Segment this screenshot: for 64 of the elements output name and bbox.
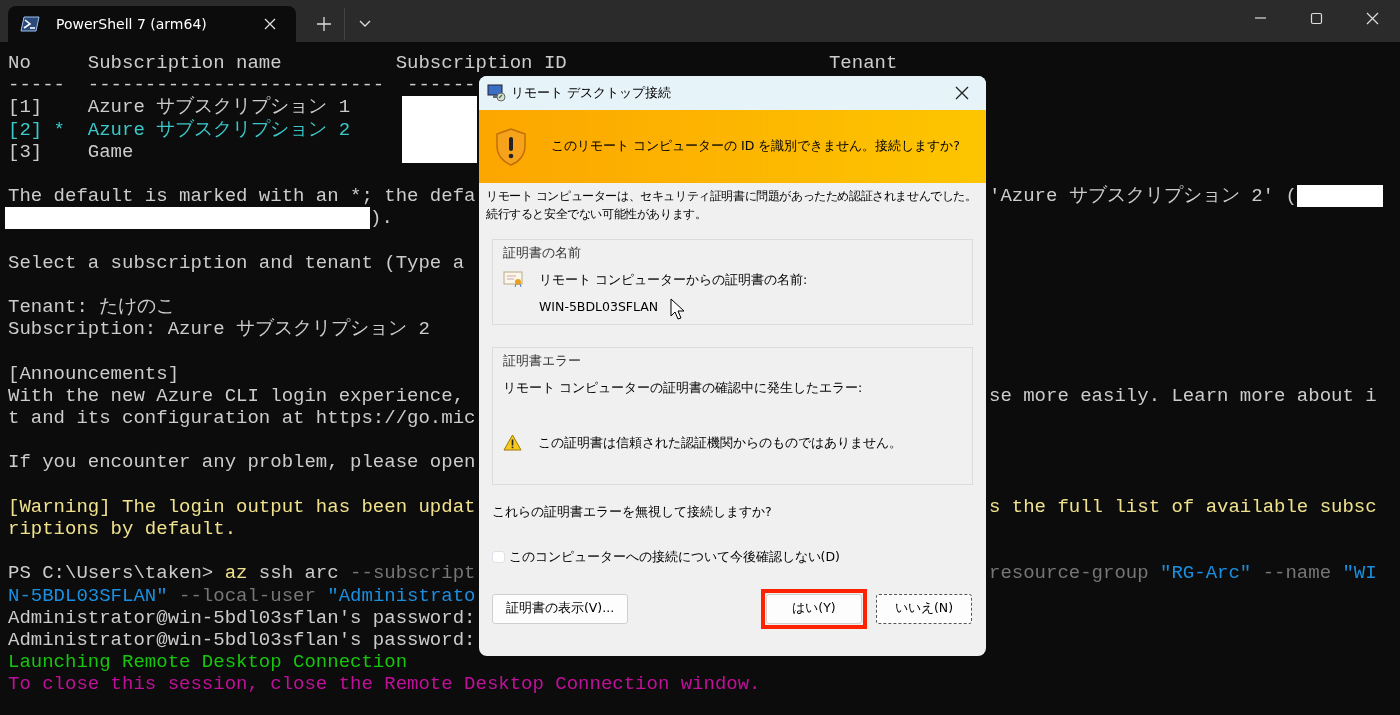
dialog-button[interactable]: はい(Y) <box>766 593 862 624</box>
terminal-text: [Announcements] <box>8 362 180 385</box>
terminal-text: s the full list of available subsc <box>989 495 1377 518</box>
terminal-text: --local-user <box>178 584 317 607</box>
terminal-text: The default is marked with an *; the defa <box>8 185 476 208</box>
error-intro: リモート コンピューターの証明書の確認中に発生したエラー: <box>503 378 864 397</box>
terminal-text: To close this session, close the Remote Desktop Connection window. <box>8 673 761 696</box>
question-text: これらの証明書エラーを無視して接続しますか? <box>491 503 773 521</box>
terminal-text: t and its configuration at https://go.mic <box>8 407 476 430</box>
terminal-text: [2] * Azure サブスクリプション 2 <box>8 118 351 141</box>
terminal-text: Administrator@win-5bdl03sflan's password: <box>8 606 476 629</box>
monitor-icon <box>487 84 507 102</box>
maximize-icon <box>1309 11 1323 25</box>
certificate-label: リモート コンピューターからの証明書の名前: <box>539 270 808 289</box>
terminal-text: [3] Game <box>8 140 134 163</box>
terminal-text: Select a subscription and tenant (Type a <box>8 251 465 274</box>
terminal-text: se more easily. Learn more about i <box>989 384 1377 407</box>
certificate-name: WIN-5BDL03SFLAN <box>539 297 659 316</box>
warning-shield-icon <box>495 127 527 166</box>
dialog-title: リモート デスクトップ接続 <box>511 83 672 102</box>
chevron-down-icon <box>358 20 371 28</box>
terminal-text: ssh arc <box>257 562 340 585</box>
terminal-text: Administrator@win-5bdl03sflan's password: <box>8 628 476 652</box>
terminal-text: If you encounter any problem, please open <box>8 451 476 474</box>
terminal-text: Launching Remote Desktop Connection <box>8 651 408 674</box>
terminal-text: "WI <box>1342 562 1377 585</box>
powershell-icon <box>20 16 40 32</box>
message-text: 続行すると安全でない可能性があります。 <box>486 206 708 223</box>
terminal-tab[interactable]: PowerShell 7 (arm64) <box>8 6 296 42</box>
close-icon <box>1365 11 1379 25</box>
terminal-text: With the new Azure CLI login experience, <box>8 384 465 407</box>
group-heading: 証明書エラー <box>503 352 582 370</box>
view-certificate-button[interactable]: 証明書の表示(V)... <box>492 593 628 624</box>
terminal-text: "Administrato <box>327 584 476 607</box>
mouse-pointer-icon <box>670 297 686 320</box>
error-text: この証明書は信頼された認証機関からのものではありません。 <box>538 433 902 452</box>
terminal-text: N-5BDL03SFLAN" <box>8 584 168 607</box>
message-text: リモート コンピューターは、セキュリティ証明書に問題があったため認証されませんでした。 <box>486 188 978 205</box>
warning-icon <box>503 434 522 452</box>
group-heading: 証明書の名前 <box>503 244 582 262</box>
certificate-icon <box>503 270 523 287</box>
checkbox-label: このコンピューターへの接続について今後確認しない(D) <box>508 547 840 566</box>
terminal-text: [1] Azure サブスクリプション 1 <box>8 96 351 119</box>
terminal-text: ). <box>370 207 393 230</box>
terminal-text: ----- -------------------------- ------ <box>8 74 476 97</box>
terminal-text: az <box>224 562 248 585</box>
terminal-text: No Subscription name Subscription ID Tenant <box>8 52 898 75</box>
banner-message: このリモート コンピューターの ID を識別できません。接続しますか? <box>551 137 960 156</box>
terminal-text: --name <box>1261 562 1333 585</box>
terminal-text: riptions by default. <box>8 517 237 541</box>
terminal-text: "RG-Arc" <box>1160 562 1252 585</box>
plus-icon <box>317 17 331 31</box>
terminal-text: [Warning] The login output has been updat <box>8 495 476 518</box>
dialog-button[interactable]: いいえ(N) <box>876 593 972 624</box>
close-icon <box>264 18 276 30</box>
terminal-text: 'Azure サブスクリプション 2' ( <box>989 185 1297 208</box>
checkbox[interactable] <box>492 550 505 564</box>
terminal-text: Subscription: Azure サブスクリプション 2 <box>8 318 430 341</box>
terminal-text: resource-group <box>989 562 1150 585</box>
close-icon <box>955 86 969 100</box>
tab-title: PowerShell 7 (arm64) <box>56 14 208 34</box>
terminal-text: --subscript <box>350 562 476 585</box>
terminal-text: PS C:\Users\taken> <box>8 562 215 585</box>
terminal-text: Tenant: たけのこ <box>8 296 176 319</box>
